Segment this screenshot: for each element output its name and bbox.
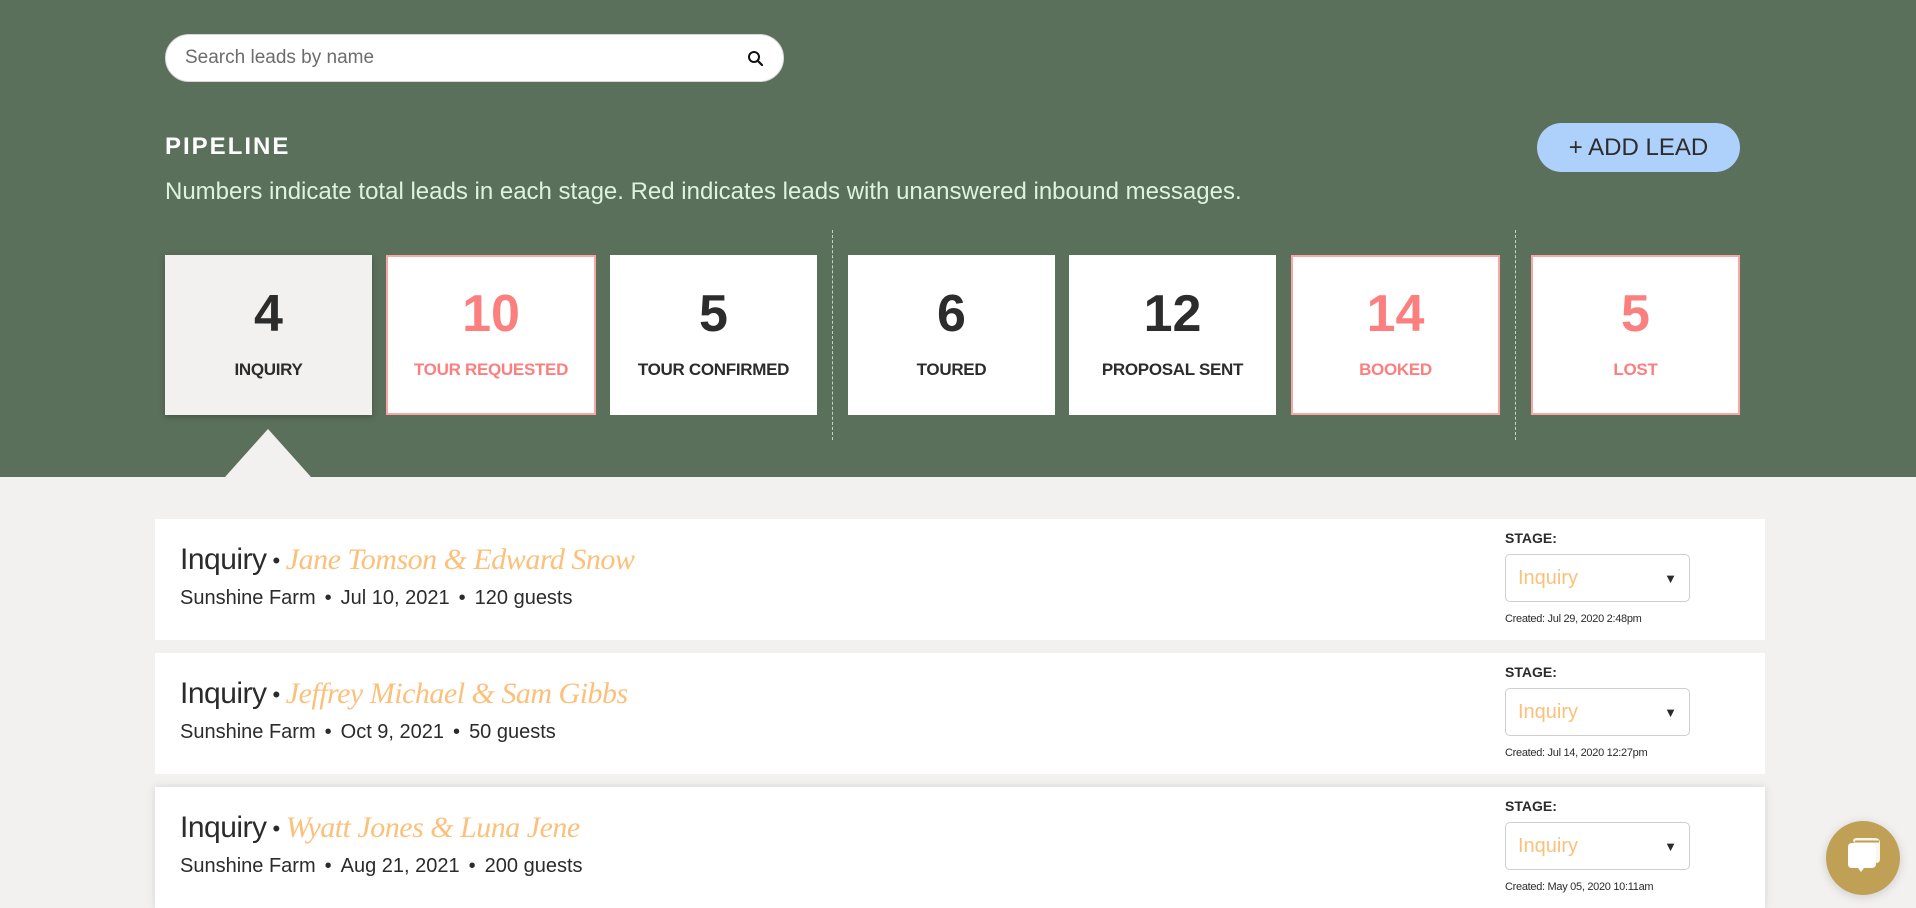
stage-select-value: Inquiry: [1518, 700, 1579, 723]
lead-card[interactable]: Inquiry • Jeffrey Michael & Sam Gibbs Suns…: [155, 653, 1765, 774]
stage-field-label: STAGE:: [1505, 530, 1557, 546]
separator: •: [272, 548, 281, 574]
chat-bubbles-icon: [1843, 837, 1883, 880]
lead-event-date: Oct 9, 2021: [340, 721, 445, 743]
separator: •: [272, 682, 281, 708]
lead-guests: 50 guests: [469, 721, 556, 743]
stage-count: 4: [254, 285, 283, 343]
stage-select[interactable]: Inquiry ▼: [1505, 688, 1690, 736]
stage-select-value: Inquiry: [1518, 834, 1579, 857]
stage-group-divider: [832, 230, 833, 440]
lead-names[interactable]: Jane Tomson & Edward Snow: [286, 543, 635, 576]
add-lead-button[interactable]: + ADD LEAD: [1537, 123, 1740, 172]
caret-down-icon: ▼: [1664, 570, 1677, 586]
stage-tour-requested[interactable]: 10 TOUR REQUESTED: [386, 255, 596, 415]
stage-proposal-sent[interactable]: 12 PROPOSAL SENT: [1069, 255, 1276, 415]
stage-count: 5: [1621, 285, 1650, 343]
separator: •: [272, 816, 281, 842]
pipeline-description: Numbers indicate total leads in each sta…: [165, 178, 1242, 205]
stage-count: 5: [699, 285, 728, 343]
lead-meta: Sunshine Farm • Oct 9, 2021 • 50 guests: [180, 721, 556, 744]
lead-created-at: Created: Jul 29, 2020 2:48pm: [1505, 613, 1642, 625]
stage-group-divider: [1515, 230, 1516, 440]
stage-field-label: STAGE:: [1505, 664, 1557, 680]
lead-event-date: Aug 21, 2021: [340, 855, 460, 877]
stage-lost[interactable]: 5 LOST: [1531, 255, 1740, 415]
separator: •: [453, 721, 461, 743]
lead-venue: Sunshine Farm: [180, 587, 316, 609]
stage-label: PROPOSAL SENT: [1101, 360, 1244, 379]
lead-venue: Sunshine Farm: [180, 855, 316, 877]
stage-inquiry[interactable]: 4 INQUIRY: [165, 255, 372, 415]
chat-button[interactable]: [1826, 821, 1900, 895]
stage-count: 12: [1143, 285, 1202, 343]
stage-select[interactable]: Inquiry ▼: [1505, 822, 1690, 870]
stage-select[interactable]: Inquiry ▼: [1505, 554, 1690, 602]
lead-created-at: Created: May 05, 2020 10:11am: [1505, 881, 1654, 893]
stage-count: 6: [937, 285, 966, 343]
stage-toured[interactable]: 6 TOURED: [848, 255, 1055, 415]
stage-tour-confirmed[interactable]: 5 TOUR CONFIRMED: [610, 255, 817, 415]
stage-booked[interactable]: 14 BOOKED: [1291, 255, 1500, 415]
pipeline-header: PIPELINE Numbers indicate total leads in…: [0, 0, 1916, 477]
lead-guests: 200 guests: [484, 855, 583, 877]
separator: •: [458, 587, 466, 609]
stage-count: 10: [462, 285, 520, 343]
stage-count: 14: [1366, 285, 1425, 343]
stage-field-label: STAGE:: [1505, 798, 1557, 814]
search-input[interactable]: [185, 47, 745, 69]
search-bar[interactable]: [165, 34, 784, 82]
lead-stage: Inquiry: [180, 677, 267, 710]
lead-card[interactable]: Inquiry • Wyatt Jones & Luna Jene Sunshine…: [155, 787, 1765, 908]
separator: •: [324, 721, 332, 743]
stage-select-value: Inquiry: [1518, 566, 1579, 589]
lead-title[interactable]: Inquiry • Jeffrey Michael & Sam Gibbs: [180, 677, 628, 711]
stage-label: LOST: [1613, 360, 1658, 379]
lead-meta: Sunshine Farm • Jul 10, 2021 • 120 guests: [180, 587, 573, 610]
caret-down-icon: ▼: [1664, 704, 1677, 720]
stage-label: BOOKED: [1359, 360, 1432, 379]
lead-names[interactable]: Wyatt Jones & Luna Jene: [286, 811, 581, 844]
stage-label: TOURED: [916, 360, 987, 379]
stage-label: TOUR CONFIRMED: [637, 360, 790, 379]
lead-guests: 120 guests: [474, 587, 573, 609]
lead-created-at: Created: Jul 14, 2020 12:27pm: [1505, 747, 1648, 759]
lead-meta: Sunshine Farm • Aug 21, 2021 • 200 guests: [180, 855, 583, 878]
lead-stage: Inquiry: [180, 811, 267, 844]
active-stage-pointer: [225, 429, 311, 477]
stage-label: INQUIRY: [234, 360, 303, 379]
lead-title[interactable]: Inquiry • Wyatt Jones & Luna Jene: [180, 811, 580, 845]
separator: •: [324, 855, 332, 877]
lead-event-date: Jul 10, 2021: [340, 587, 450, 609]
lead-title[interactable]: Inquiry • Jane Tomson & Edward Snow: [180, 543, 635, 577]
caret-down-icon: ▼: [1664, 838, 1677, 854]
lead-names[interactable]: Jeffrey Michael & Sam Gibbs: [286, 677, 628, 710]
pipeline-title: PIPELINE: [165, 133, 291, 160]
lead-card[interactable]: Inquiry • Jane Tomson & Edward Snow Sunshi…: [155, 519, 1765, 640]
separator: •: [324, 587, 332, 609]
search-icon[interactable]: [745, 48, 765, 68]
lead-stage: Inquiry: [180, 543, 267, 576]
lead-venue: Sunshine Farm: [180, 721, 316, 743]
stage-label: TOUR REQUESTED: [413, 360, 569, 379]
separator: •: [468, 855, 476, 877]
